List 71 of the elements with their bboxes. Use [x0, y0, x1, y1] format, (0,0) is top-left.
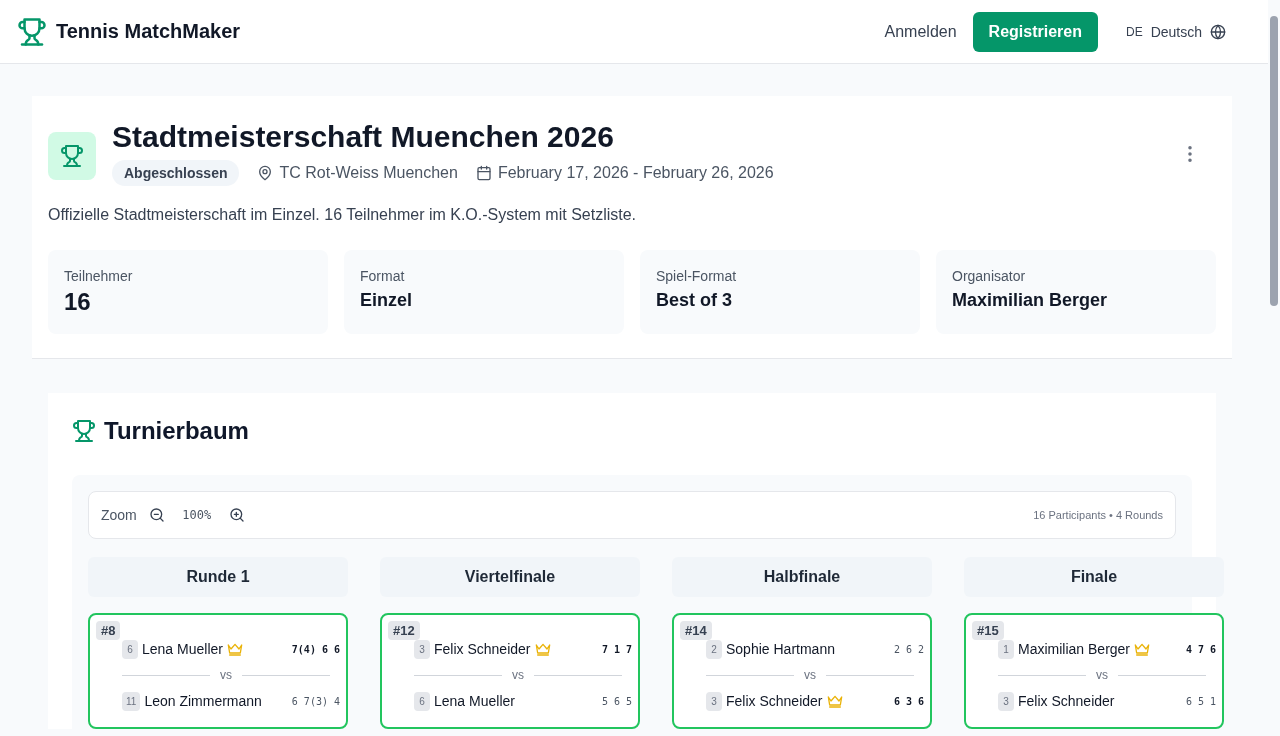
seed-badge: 3: [998, 691, 1014, 711]
set-scores: 7(4) 6 6: [290, 643, 340, 655]
globe-icon: [1210, 23, 1226, 40]
zoom-level: 100%: [181, 508, 213, 522]
tournament-title: Stadtmeisterschaft Muenchen 2026: [112, 120, 615, 154]
set-scores: 2 6 2: [892, 643, 924, 655]
calendar-icon: [475, 165, 492, 181]
round-header: Finale: [964, 557, 1224, 597]
match-number: #12: [388, 621, 420, 640]
match-card[interactable]: #15 1 Maximilian Berger 4 7 6 vs 3 Felix Schneider 6 5 1: [964, 613, 1224, 729]
match-number: #15: [972, 621, 1004, 640]
trophy-icon: [72, 419, 96, 443]
seed-badge: 3: [414, 639, 430, 659]
match-card[interactable]: #14 2 Sophie Hartmann 2 6 2 vs 3 Felix Schneider 6 3 6: [672, 613, 932, 729]
zoom-out-icon: [148, 507, 165, 523]
vs-label: vs: [220, 668, 232, 682]
seed-badge: 11: [122, 691, 141, 711]
set-scores: 5 6 5: [600, 695, 632, 707]
match-card[interactable]: #12 3 Felix Schneider 7 1 7 vs 6 Lena Mueller 5 6 5: [380, 613, 640, 729]
set-scores: 6 5 1: [1184, 695, 1216, 707]
zoom-label: Zoom: [101, 507, 137, 523]
player-name: Lena Mueller: [434, 693, 515, 709]
player-name: Lena Mueller: [142, 641, 223, 657]
set-scores: 6 7(3) 4: [290, 695, 340, 707]
stat-value: Maximilian Berger: [952, 290, 1109, 311]
vs-label: vs: [804, 668, 816, 682]
trophy-icon: [60, 144, 84, 168]
round-header: Viertelfinale: [380, 557, 640, 597]
seed-badge: 6: [414, 691, 430, 711]
status-badge: Abgeschlossen: [112, 160, 240, 186]
set-scores: 6 3 6: [892, 695, 924, 707]
bracket-summary: 16 Participants • 4 Rounds: [1033, 509, 1163, 521]
seed-badge: 6: [122, 639, 138, 659]
stat-value: 16: [64, 288, 92, 316]
match-card[interactable]: #8 6 Lena Mueller 7(4) 6 6 vs 11 Leon Zimmermann 6 7(3) 4: [88, 613, 348, 729]
stat-label: Teilnehmer: [64, 268, 134, 284]
stat-value: Einzel: [360, 290, 413, 311]
venue-text: TC Rot-Weiss Muenchen: [279, 164, 458, 182]
set-scores: 4 7 6: [1184, 643, 1216, 655]
language-selector[interactable]: DE Deutsch: [1125, 23, 1226, 40]
vs-label: vs: [1096, 668, 1108, 682]
player-name: Leon Zimmermann: [144, 693, 262, 709]
stat-label: Organisator: [952, 268, 1027, 284]
zoom-in-icon: [228, 507, 245, 523]
seed-badge: 3: [706, 691, 722, 711]
tournament-description: Offizielle Stadtmeisterschaft im Einzel. 16 Teilnehmer im K.O.-System mit Setzliste.: [48, 206, 638, 224]
stat-label: Format: [360, 268, 406, 284]
player-name: Felix Schneider: [1018, 693, 1115, 709]
round-header: Runde 1: [88, 557, 348, 597]
login-link[interactable]: Anmelden: [884, 22, 957, 41]
vs-label: vs: [512, 668, 524, 682]
player-name: Maximilian Berger: [1018, 641, 1131, 657]
bracket-title: Turnierbaum: [104, 417, 249, 445]
set-scores: 7 1 7: [600, 643, 632, 655]
register-button[interactable]: Registrieren: [972, 11, 1098, 52]
match-number: #14: [680, 621, 712, 640]
match-number: #8: [96, 621, 121, 640]
seed-badge: 2: [706, 639, 722, 659]
stat-value: Best of 3: [656, 290, 734, 311]
stat-label: Spiel-Format: [656, 268, 738, 284]
scrollbar[interactable]: [1270, 16, 1278, 306]
more-icon: [1188, 146, 1192, 162]
date-range: February 17, 2026 - February 26, 2026: [497, 164, 774, 182]
player-name: Sophie Hartmann: [726, 641, 835, 657]
round-header: Halbfinale: [672, 557, 932, 597]
map-pin-icon: [257, 165, 274, 181]
trophy-icon: [17, 16, 47, 47]
player-name: Felix Schneider: [434, 641, 531, 657]
app-logo-text[interactable]: Tennis MatchMaker: [56, 20, 241, 43]
player-name: Felix Schneider: [726, 693, 823, 709]
seed-badge: 1: [998, 639, 1014, 659]
